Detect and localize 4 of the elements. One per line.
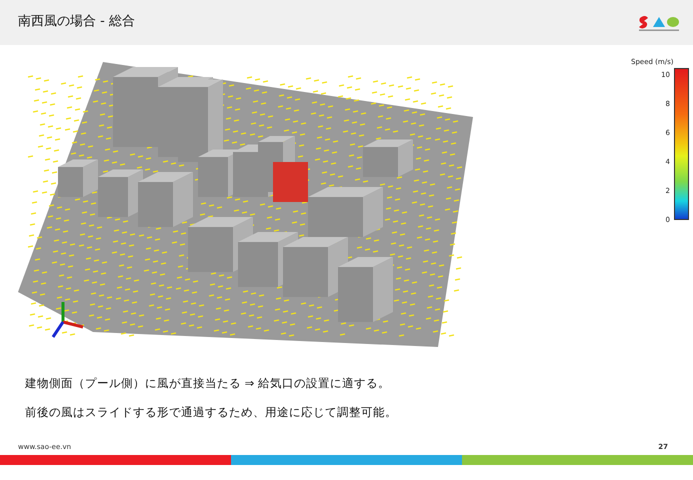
note-text: 前後の風はスライドする形で通過するため、用途に応じて調整可能。: [25, 404, 398, 422]
note-text: 建物側面（プール側）に風が直接当たる ⇒ 給気口の設置に適する。: [25, 375, 391, 392]
company-logo-icon: [637, 14, 681, 32]
slide-title: 南西風の場合 - 総合: [18, 13, 135, 31]
